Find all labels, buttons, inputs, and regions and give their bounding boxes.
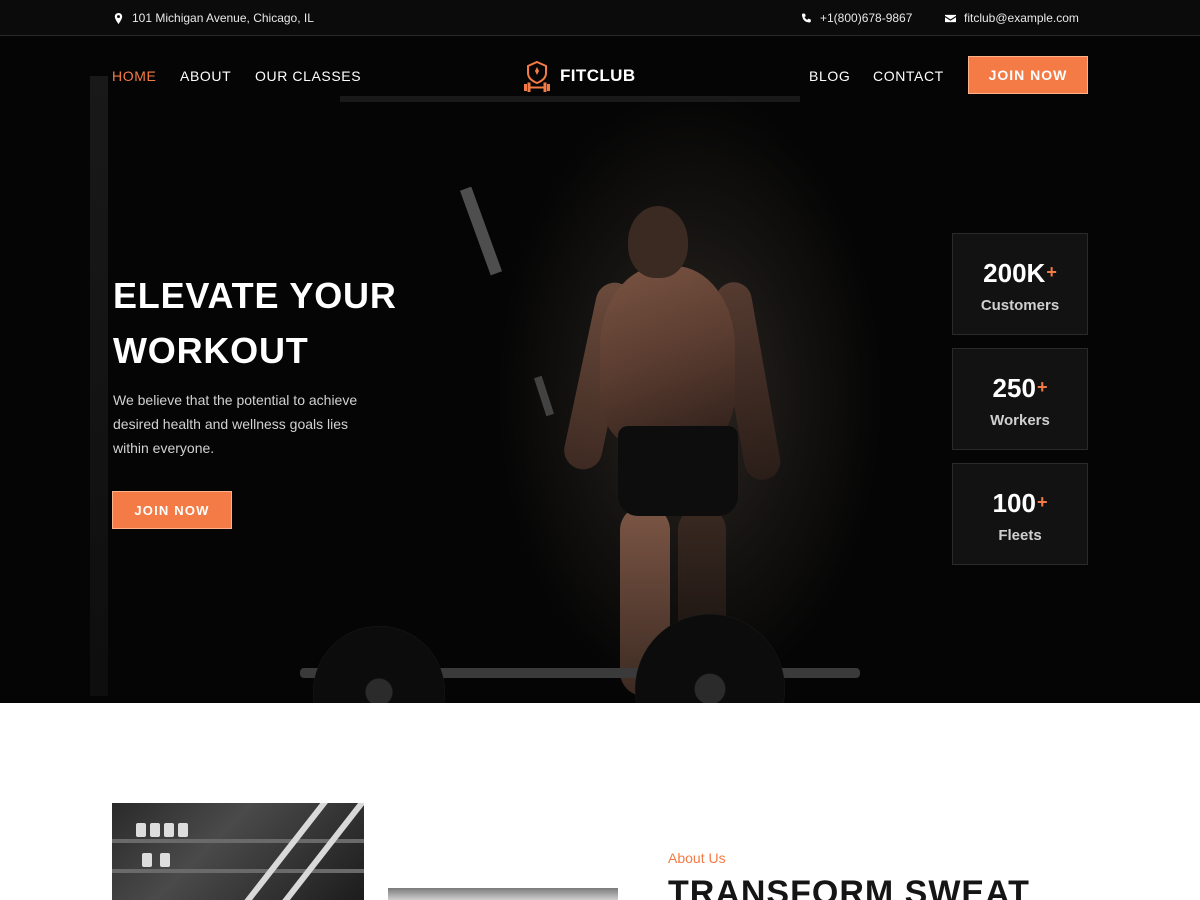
stat-card-customers: 200K+ Customers xyxy=(952,233,1088,335)
email-info[interactable]: fitclub@example.com xyxy=(945,11,1079,25)
nav-link-our-classes[interactable]: OUR CLASSES xyxy=(255,68,361,84)
phone-icon xyxy=(801,12,811,22)
about-section-title: TRANSFORM SWEAT xyxy=(668,874,1030,900)
supplement-jar xyxy=(178,823,188,837)
gym-rack xyxy=(90,76,108,696)
athlete-torso xyxy=(600,266,735,446)
top-info-bar: 101 Michigan Avenue, Chicago, IL +1(800)… xyxy=(0,0,1200,36)
athlete-head xyxy=(628,206,688,278)
stat-plus: + xyxy=(1036,492,1048,512)
nav-link-about[interactable]: ABOUT xyxy=(180,68,231,84)
stat-number: 200K xyxy=(983,258,1046,288)
barbell-plate xyxy=(313,626,445,703)
supplement-jar xyxy=(164,823,174,837)
main-navigation: HOME ABOUT OUR CLASSES FITCLUB BLOG CONT… xyxy=(0,36,1200,114)
hero-title-line: WORKOUT xyxy=(113,330,309,371)
about-image-secondary xyxy=(388,888,618,900)
stat-plus: + xyxy=(1036,377,1048,397)
hero-join-now-button[interactable]: JOIN NOW xyxy=(112,491,232,529)
stat-value: 200K+ xyxy=(953,258,1087,289)
dumbbell-shield-logo-icon xyxy=(524,60,550,92)
stat-card-fleets: 100+ Fleets xyxy=(952,463,1088,565)
stat-value: 250+ xyxy=(953,373,1087,404)
nav-link-blog[interactable]: BLOG xyxy=(809,68,850,84)
supplement-jar xyxy=(160,853,170,867)
about-section-tag: About Us xyxy=(668,850,726,866)
hero-description: We believe that the potential to achieve… xyxy=(113,392,358,456)
email-text[interactable]: fitclub@example.com xyxy=(964,11,1079,25)
stat-number: 250 xyxy=(992,373,1036,403)
stat-label: Fleets xyxy=(998,527,1042,544)
address-info: 101 Michigan Avenue, Chicago, IL xyxy=(113,11,314,25)
envelope-icon xyxy=(945,14,956,22)
nav-link-home[interactable]: HOME xyxy=(112,68,156,84)
hero-title: ELEVATE YOUR WORKOUT xyxy=(113,268,453,378)
hero-title-line: ELEVATE YOUR xyxy=(113,275,397,316)
stat-label: Workers xyxy=(990,412,1050,429)
supplement-jar xyxy=(142,853,152,867)
about-image-gym xyxy=(112,803,364,900)
ceiling-light xyxy=(534,375,554,417)
supplement-jar xyxy=(136,823,146,837)
stat-label: Customers xyxy=(980,297,1060,314)
phone-info[interactable]: +1(800)678-9867 xyxy=(801,11,912,25)
map-pin-icon xyxy=(114,12,123,24)
brand-logo[interactable]: FITCLUB xyxy=(522,60,636,92)
supplement-jar xyxy=(150,823,160,837)
phone-text[interactable]: +1(800)678-9867 xyxy=(820,11,912,25)
stat-plus: + xyxy=(1046,262,1057,282)
ceiling-light xyxy=(459,186,503,276)
stat-value: 100+ xyxy=(953,488,1087,519)
stat-card-workers: 250+ Workers xyxy=(952,348,1088,450)
address-text: 101 Michigan Avenue, Chicago, IL xyxy=(132,11,314,25)
athlete-shorts xyxy=(618,426,738,516)
brand-name: FITCLUB xyxy=(560,66,636,85)
shelf xyxy=(112,869,364,873)
join-now-button[interactable]: JOIN NOW xyxy=(968,56,1088,94)
stat-number: 100 xyxy=(992,488,1036,518)
nav-link-contact[interactable]: CONTACT xyxy=(873,68,944,84)
